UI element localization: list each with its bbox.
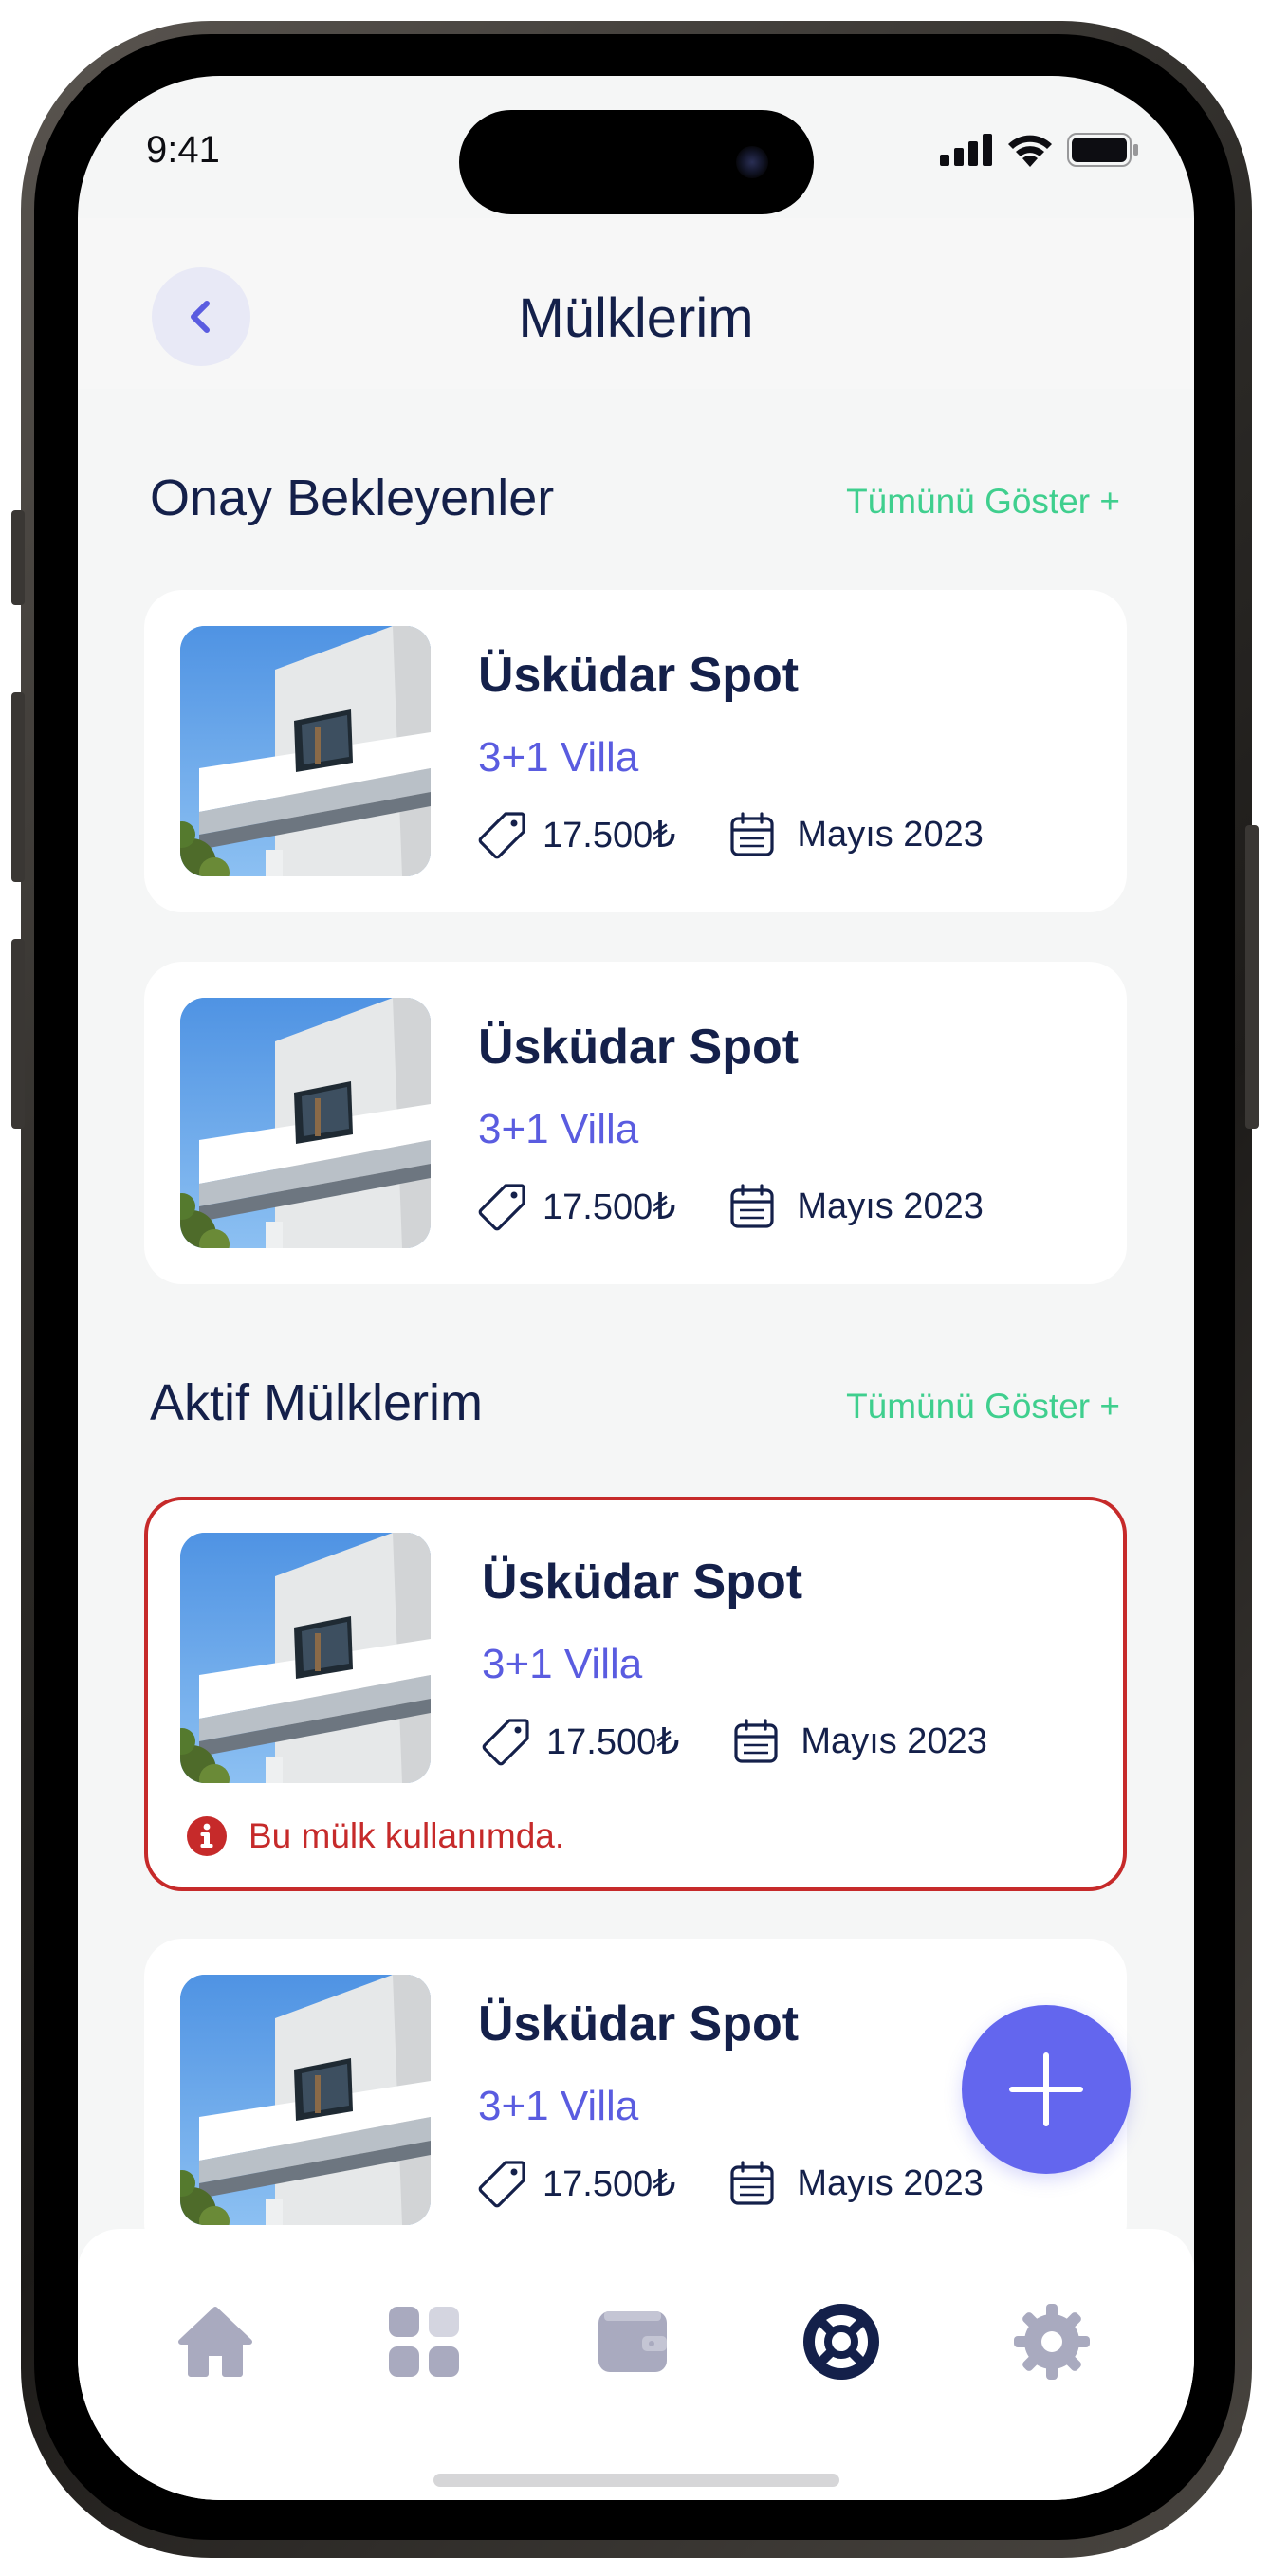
property-meta: 17.500₺ Mayıs 2023 (482, 1717, 987, 1766)
battery-icon (1067, 133, 1138, 167)
property-price: 17.500₺ (543, 815, 676, 856)
tab-settings[interactable] (1009, 2299, 1095, 2384)
warning-text: Bu mülk kullanımda. (248, 1816, 565, 1855)
tab-dashboard[interactable] (381, 2299, 467, 2384)
property-image (180, 1533, 431, 1783)
price-info: 17.500₺ (478, 810, 675, 859)
calendar-icon (728, 811, 776, 858)
tab-support[interactable] (799, 2299, 884, 2384)
screen: 9:41 Mülklerim Onay Bekleyenler Tümünü G… (78, 76, 1194, 2500)
property-image (180, 998, 431, 1248)
property-type: 3+1 Villa (478, 2083, 639, 2129)
camera-icon (736, 146, 768, 178)
price-info: 17.500₺ (478, 1182, 675, 1231)
property-date: Mayıs 2023 (797, 1186, 984, 1226)
property-meta: 17.500₺ Mayıs 2023 (478, 2159, 984, 2208)
date-info: Mayıs 2023 (728, 1183, 984, 1230)
property-image (180, 626, 431, 876)
status-icons (940, 133, 1139, 167)
date-info: Mayıs 2023 (728, 2160, 984, 2207)
price-info: 17.500₺ (478, 2159, 675, 2208)
property-image (180, 1975, 431, 2225)
property-title: Üsküdar Spot (478, 648, 800, 703)
calendar-icon (728, 1183, 776, 1230)
signal-icon (940, 134, 992, 166)
property-date: Mayıs 2023 (797, 2162, 984, 2203)
calendar-icon (728, 2160, 776, 2207)
property-price: 17.500₺ (543, 2163, 676, 2204)
mute-switch (11, 510, 25, 605)
grid-icon (389, 2307, 459, 2377)
date-info: Mayıs 2023 (732, 1718, 987, 1765)
price-tag-icon (478, 1182, 527, 1231)
price-tag-icon (482, 1717, 531, 1766)
section-title-pending: Onay Bekleyenler (150, 469, 555, 526)
property-type: 3+1 Villa (482, 1641, 643, 1687)
wallet-icon (598, 2311, 667, 2372)
tab-home[interactable] (173, 2299, 258, 2384)
property-date: Mayıs 2023 (797, 814, 984, 855)
page-title: Mülklerim (518, 287, 754, 349)
price-tag-icon (478, 810, 527, 859)
plus-icon (1009, 2052, 1083, 2126)
price-info: 17.500₺ (482, 1717, 679, 1766)
property-price: 17.500₺ (543, 1187, 676, 1227)
property-card-in-use[interactable]: Üsküdar Spot 3+1 Villa 17.500₺ Mayıs 202… (144, 1497, 1127, 1891)
wifi-icon (1008, 135, 1052, 167)
tab-wallet[interactable] (590, 2299, 675, 2384)
property-title: Üsküdar Spot (478, 1996, 800, 2052)
property-price: 17.500₺ (546, 1721, 680, 1762)
price-tag-icon (478, 2159, 527, 2208)
property-meta: 17.500₺ Mayıs 2023 (478, 1182, 984, 1231)
dynamic-island (459, 110, 814, 214)
gear-icon (1014, 2304, 1090, 2380)
property-type: 3+1 Villa (478, 734, 639, 781)
show-all-active-link[interactable]: Tümünü Göster + (846, 1387, 1120, 1426)
calendar-icon (732, 1718, 780, 1765)
show-all-pending-link[interactable]: Tümünü Göster + (846, 482, 1120, 522)
header: Mülklerim (78, 218, 1194, 389)
date-info: Mayıs 2023 (728, 811, 984, 858)
property-meta: 17.500₺ Mayıs 2023 (478, 810, 984, 859)
property-type: 3+1 Villa (478, 1106, 639, 1152)
tab-bar (78, 2229, 1194, 2500)
status-bar: 9:41 (78, 76, 1194, 218)
power-button (1245, 825, 1259, 1129)
property-card[interactable]: Üsküdar Spot 3+1 Villa 17.500₺ Mayıs 202… (144, 590, 1127, 912)
home-icon (178, 2307, 252, 2377)
add-property-button[interactable] (962, 2005, 1131, 2174)
property-title: Üsküdar Spot (482, 1555, 803, 1610)
lifebuoy-icon (803, 2304, 879, 2380)
info-icon (187, 1816, 227, 1856)
home-indicator (433, 2474, 839, 2487)
in-use-warning: Bu mülk kullanımda. (186, 1815, 564, 1857)
volume-down-button (11, 939, 25, 1129)
property-date: Mayıs 2023 (801, 1720, 987, 1761)
property-card[interactable]: Üsküdar Spot 3+1 Villa 17.500₺ Mayıs 202… (144, 962, 1127, 1284)
volume-up-button (11, 692, 25, 882)
section-title-active: Aktif Mülklerim (150, 1374, 484, 1431)
property-title: Üsküdar Spot (478, 1020, 800, 1075)
status-time: 9:41 (146, 129, 220, 171)
